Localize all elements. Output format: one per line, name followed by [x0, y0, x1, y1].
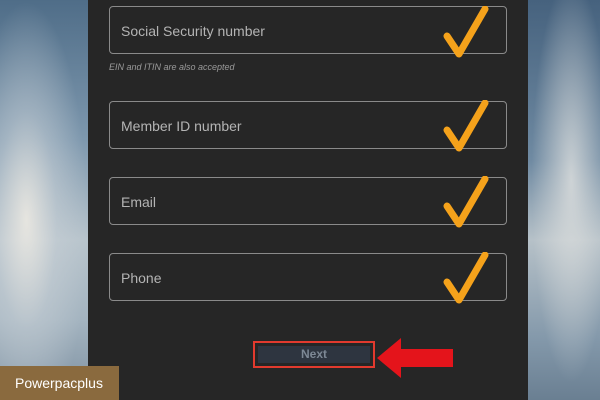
form-panel: Social Security number EIN and ITIN are … — [88, 0, 528, 400]
next-button[interactable]: Next — [258, 346, 370, 363]
arrow-left-icon — [377, 338, 453, 378]
watermark-text: Powerpacplus — [15, 375, 103, 391]
checkmark-icon — [443, 176, 489, 228]
next-button-highlight: Next — [253, 341, 375, 368]
member-id-field-label: Member ID number — [121, 118, 242, 134]
checkmark-icon — [443, 100, 489, 152]
ssn-hint: EIN and ITIN are also accepted — [109, 62, 235, 72]
background-sky-left — [0, 0, 88, 400]
watermark-badge: Powerpacplus — [0, 366, 119, 400]
background-sky-right — [528, 0, 600, 400]
checkmark-icon — [443, 6, 489, 58]
checkmark-icon — [443, 252, 489, 304]
email-field-label: Email — [121, 194, 157, 210]
ssn-field-label: Social Security number — [121, 23, 265, 39]
phone-field-label: Phone — [121, 270, 162, 286]
